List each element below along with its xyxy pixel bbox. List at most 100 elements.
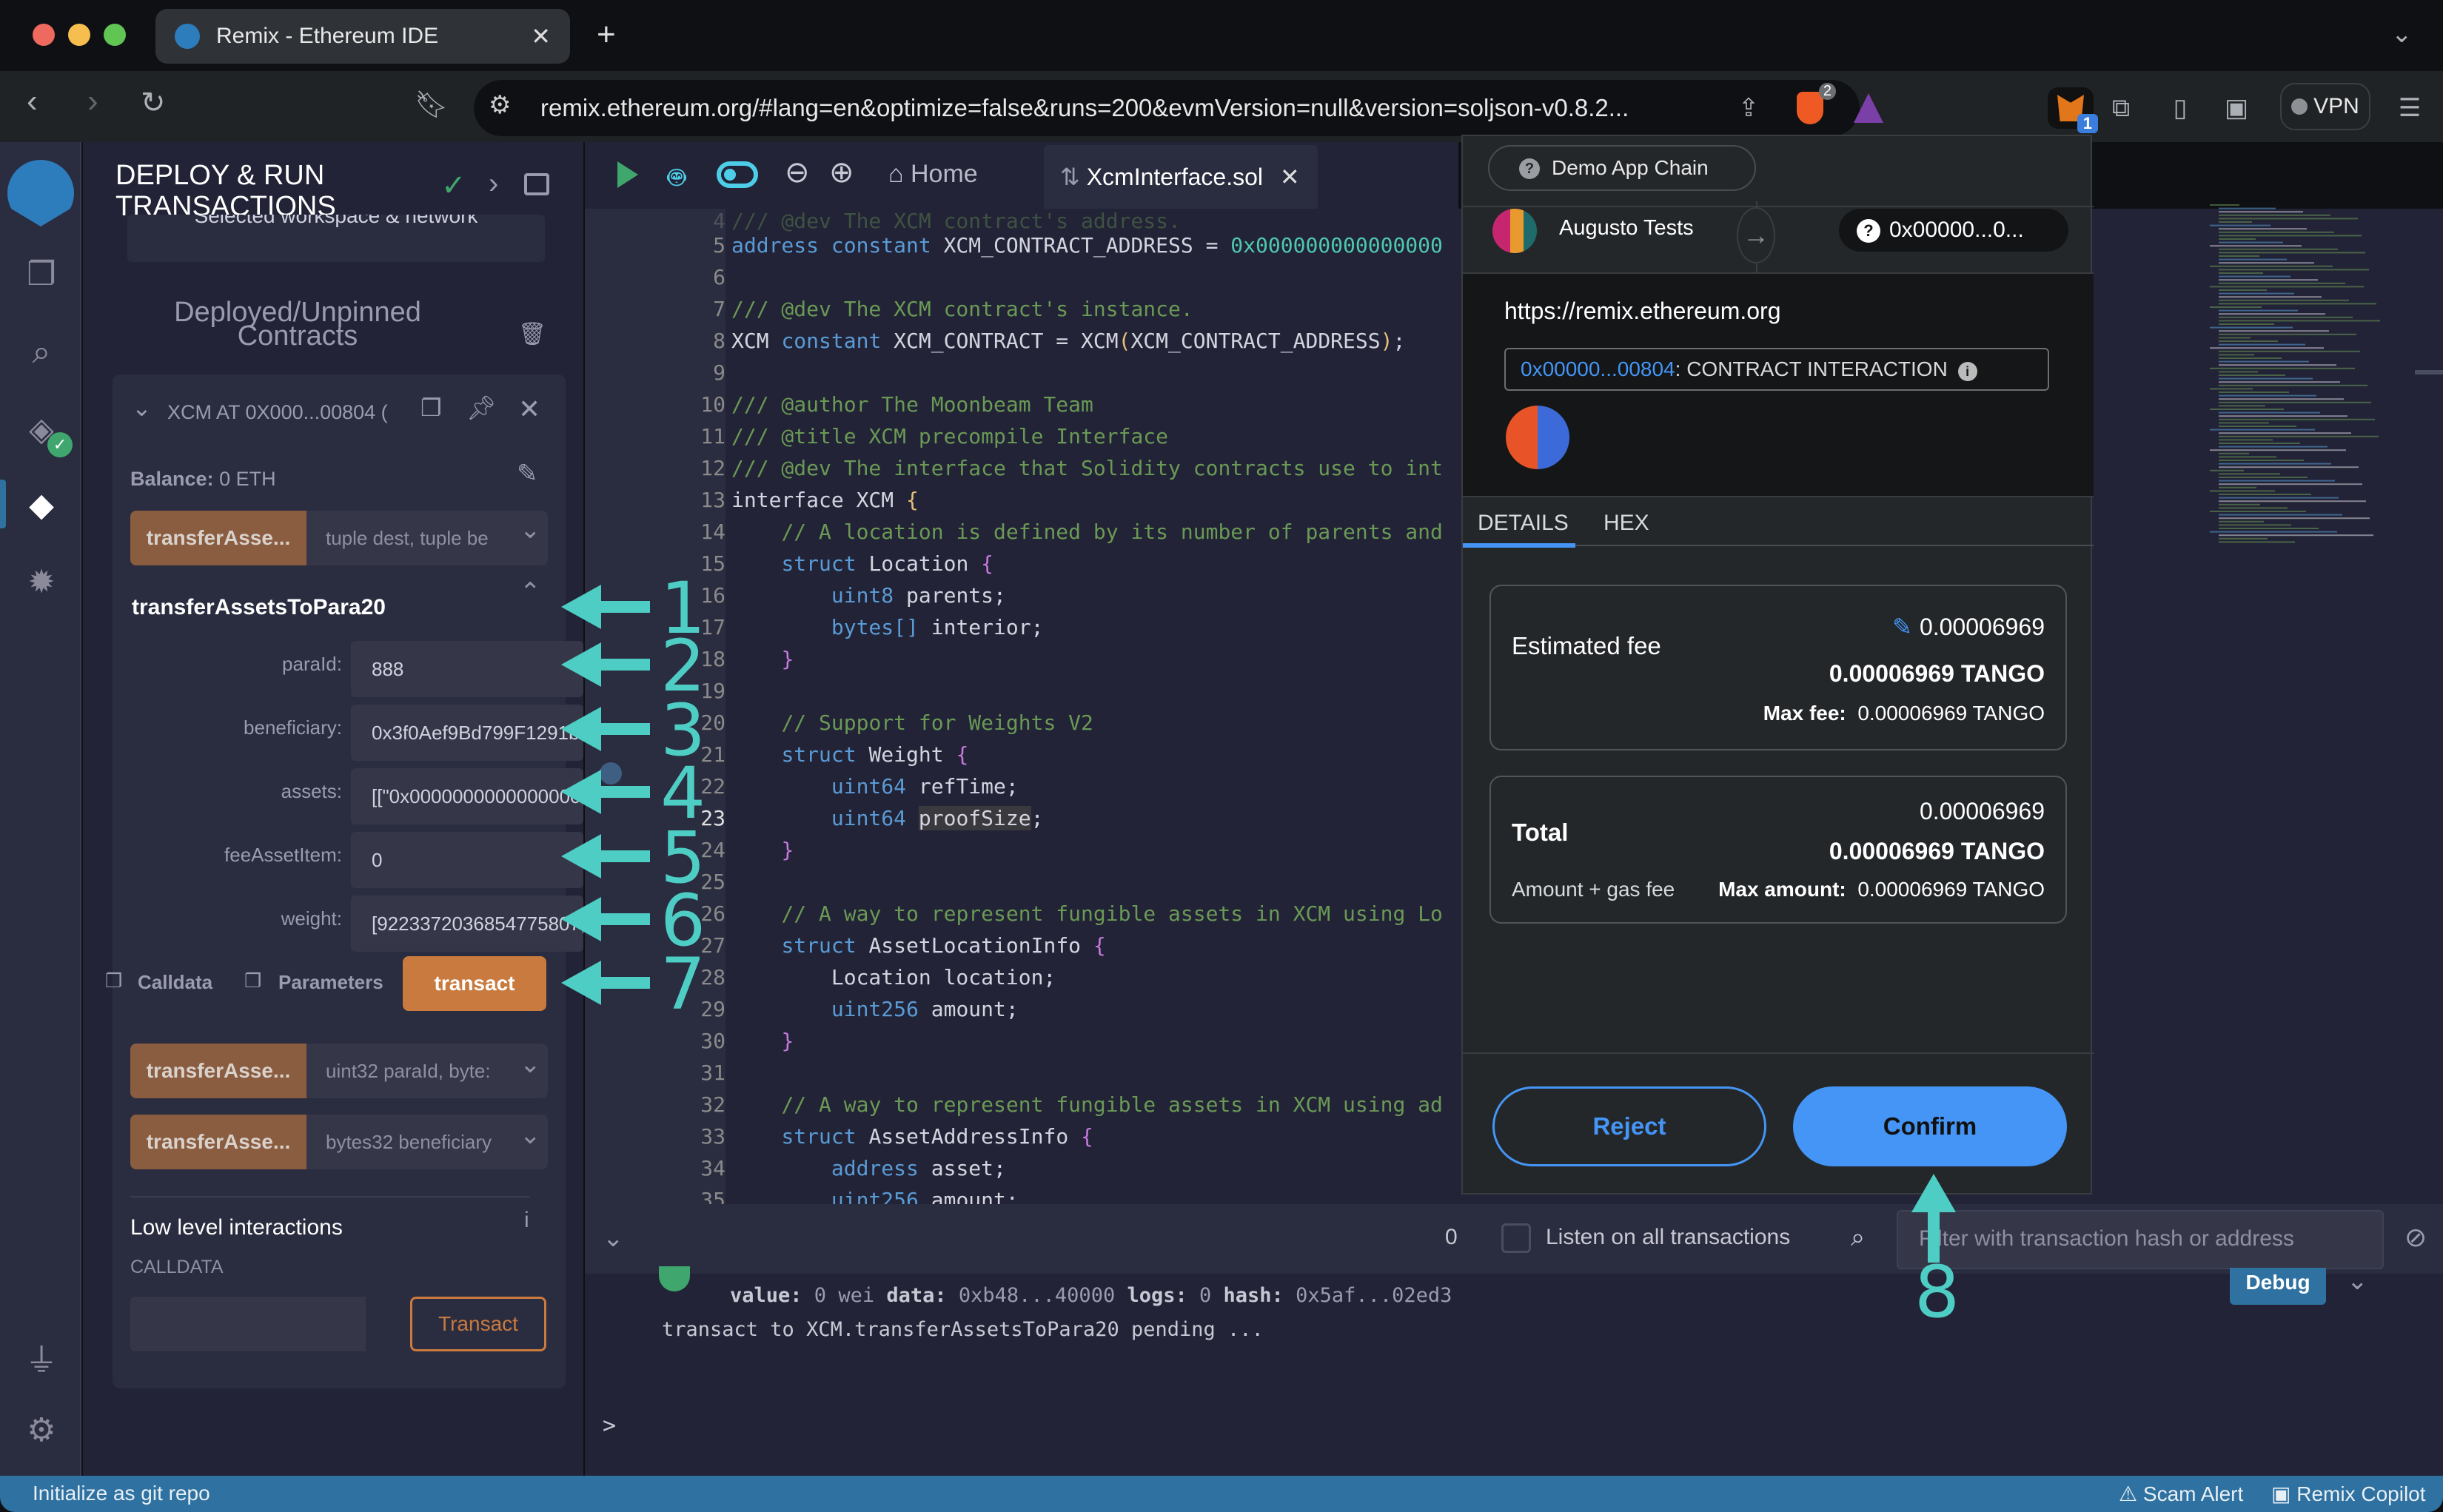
address-bar[interactable]: remix.ethereum.org/#lang=en&optimize=fal… <box>474 80 1860 136</box>
expand-function-chevron-icon[interactable]: ⌄ <box>520 1049 541 1079</box>
vpn-button[interactable]: VPN <box>2280 83 2370 130</box>
panel-expand-chevron-icon[interactable]: › <box>489 167 498 201</box>
run-script-play-icon[interactable] <box>617 161 638 188</box>
back-icon[interactable]: ‹ <box>27 83 38 120</box>
annotation-number: 7 <box>660 943 706 1026</box>
settings-gear-icon[interactable]: ⚙ <box>21 1409 62 1451</box>
ai-robot-icon[interactable]: 🤖︎ <box>668 157 686 199</box>
network-pill[interactable]: ? Demo App Chain <box>1488 145 1756 191</box>
code-line: /// @title XCM precompile Interface <box>731 424 1169 448</box>
collapse-function-chevron-icon[interactable]: ⌃ <box>520 577 541 607</box>
clear-contracts-trash-icon[interactable]: 🗑︎ <box>518 321 546 347</box>
edit-balance-icon[interactable]: ✎ <box>517 459 538 488</box>
scam-alert-button[interactable]: ⚠ Scam Alert <box>2119 1482 2243 1506</box>
function-button-transferAssetsToPara32[interactable]: transferAsse... uint32 paraId, byte: <box>130 1044 548 1098</box>
line-number: 33 <box>700 1124 725 1149</box>
param-input-weight[interactable]: [9223372036854775807, 9 <box>351 896 583 952</box>
pin-contract-icon[interactable]: 📌︎ <box>466 394 497 422</box>
remove-contract-icon[interactable]: ✕ <box>518 394 540 425</box>
remix-copilot-button[interactable]: ▣ Remix Copilot <box>2271 1482 2426 1506</box>
browser-menu-icon[interactable]: ☰ <box>2391 87 2428 129</box>
listen-all-checkbox[interactable] <box>1501 1223 1531 1253</box>
minimap-line <box>2210 388 2253 390</box>
minimap-line <box>2219 460 2304 461</box>
code-line: address asset; <box>831 1156 1006 1180</box>
calldata-input[interactable] <box>130 1297 366 1351</box>
reject-button[interactable]: Reject <box>1492 1086 1766 1166</box>
solidity-compiler-icon[interactable]: ◈ ✓ <box>21 409 73 457</box>
copy-address-icon[interactable]: ❐ <box>420 394 442 422</box>
panel-dock-icon[interactable] <box>524 173 549 195</box>
expand-function-chevron-icon[interactable]: ⌄ <box>520 1120 541 1150</box>
clear-terminal-icon[interactable]: ⊘ <box>2405 1222 2427 1253</box>
param-label-beneficiary: beneficiary: <box>244 716 342 739</box>
editor-minimap[interactable] <box>2202 200 2424 570</box>
home-tab[interactable]: ⌂ Home <box>888 160 978 189</box>
brave-rewards-icon[interactable] <box>1852 87 1885 129</box>
tab-details[interactable]: DETAILS <box>1478 511 1569 536</box>
plugin-manager-icon[interactable]: ⏚ <box>21 1337 62 1379</box>
collapse-contract-chevron-icon[interactable]: ⌄ <box>132 394 152 422</box>
wallet-icon[interactable]: ▣ <box>2218 87 2255 129</box>
info-icon[interactable]: i <box>1957 362 1977 381</box>
minimap-line <box>2210 511 2306 512</box>
debug-button[interactable]: Debug <box>2230 1268 2326 1305</box>
zoom-out-icon[interactable]: ⊖ <box>785 155 810 189</box>
extensions-puzzle-icon[interactable]: ⧉ <box>2102 87 2139 129</box>
expand-tx-chevron-icon[interactable]: ⌄ <box>2347 1266 2368 1296</box>
file-tab-xcminterface[interactable]: ⇅ XcmInterface.sol ✕ <box>1044 145 1318 209</box>
function-button-transferAssetsLocation[interactable]: transferAsse... tuple dest, tuple be <box>130 511 548 565</box>
init-git-repo-link[interactable]: Initialize as git repo <box>33 1482 210 1505</box>
bookmark-icon[interactable]: 🔖︎ <box>415 89 449 120</box>
function-button-transferAssetsToRelay[interactable]: transferAsse... bytes32 beneficiary <box>130 1115 548 1169</box>
copy-calldata-button[interactable]: Calldata <box>138 971 212 994</box>
terminal-filter-input[interactable]: Filter with transaction hash or address <box>1897 1210 2384 1269</box>
new-tab-button[interactable]: + <box>597 16 616 53</box>
tab-list-chevron-icon[interactable]: ⌄ <box>2391 19 2413 49</box>
confirm-button[interactable]: Confirm <box>1793 1086 2067 1166</box>
recipient-pill[interactable]: ? 0x00000...0... <box>1839 209 2068 252</box>
search-icon[interactable]: ⌕ <box>21 332 62 373</box>
minimap-line <box>2219 466 2359 468</box>
copy-parameters-button[interactable]: Parameters <box>278 971 383 994</box>
param-input-feeAssetItem[interactable]: 0 <box>351 832 583 888</box>
metamask-extension-icon[interactable]: 1 <box>2048 87 2098 133</box>
zoom-in-icon[interactable]: ⊕ <box>829 155 854 189</box>
tab-hex[interactable]: HEX <box>1603 511 1649 536</box>
copy-parameters-icon[interactable]: ❐ <box>244 970 261 992</box>
debugger-icon[interactable]: ✹ <box>21 561 62 602</box>
minimap-line <box>2219 411 2320 414</box>
reload-icon[interactable]: ↻ <box>141 86 166 120</box>
site-settings-icon[interactable]: ⚙ <box>489 90 511 120</box>
transact-button[interactable]: transact <box>403 956 546 1011</box>
param-input-assets[interactable]: [["0x0000000000000000000 <box>351 768 583 824</box>
param-input-paraId[interactable]: 888 <box>351 641 583 697</box>
close-tab-icon[interactable]: ✕ <box>531 22 551 50</box>
forward-icon[interactable]: › <box>87 83 98 120</box>
terminal-prompt[interactable]: > <box>603 1413 616 1439</box>
file-explorer-icon[interactable]: ❐ <box>21 253 62 295</box>
sidebar-toggle-icon[interactable]: ▯ <box>2162 87 2199 129</box>
edit-gas-pencil-icon[interactable]: ✎ <box>1892 614 1912 640</box>
tx-log-details: value: 0 wei data: 0xb48...40000 logs: 0… <box>730 1284 1452 1307</box>
collapse-terminal-icon[interactable]: ⌄ <box>603 1223 624 1253</box>
param-input-beneficiary[interactable]: 0x3f0Aef9Bd799F1291b803 <box>351 705 583 761</box>
minimap-line <box>2210 367 2355 369</box>
autocomplete-toggle-icon[interactable] <box>717 161 758 188</box>
copy-calldata-icon[interactable]: ❐ <box>105 970 122 992</box>
minimize-window-button[interactable] <box>68 24 90 46</box>
close-file-tab-icon[interactable]: ✕ <box>1280 164 1300 190</box>
low-level-info-icon[interactable]: i <box>524 1208 529 1233</box>
contract-address-link[interactable]: 0x00000...00804 <box>1521 357 1675 380</box>
editor-scrollbar-thumb[interactable] <box>2415 370 2443 374</box>
maximize-window-button[interactable] <box>104 24 126 46</box>
expand-function-chevron-icon[interactable]: ⌄ <box>520 515 541 545</box>
deploy-run-icon[interactable]: ◆ <box>21 484 62 525</box>
close-window-button[interactable] <box>33 24 55 46</box>
low-level-transact-button[interactable]: Transact <box>410 1297 546 1351</box>
share-icon[interactable]: ⇪ <box>1732 87 1765 129</box>
remix-logo-icon[interactable] <box>7 160 74 226</box>
brave-shields-icon[interactable]: 2 <box>1792 83 1836 129</box>
browser-tab-remix[interactable]: Remix - Ethereum IDE ✕ <box>155 9 570 64</box>
line-number: 13 <box>700 488 725 512</box>
